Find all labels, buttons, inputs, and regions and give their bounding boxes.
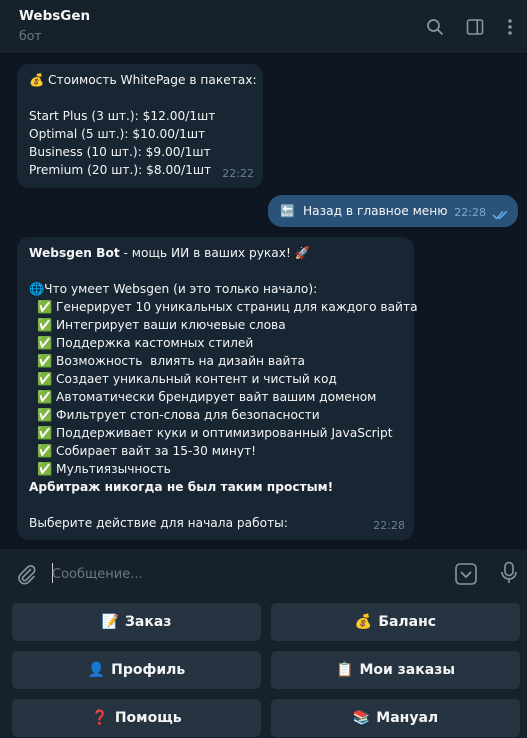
books-icon: 📚 [352,710,371,726]
manual-button-label: Мануал [376,710,439,726]
pricing-line: Start Plus (3 шт.): $12.00/1шт [29,109,216,123]
profile-button[interactable]: 👤 Профиль [12,651,261,689]
my-orders-button-label: Мои заказы [359,662,455,678]
pricing-text: 💰 Стоимость WhitePage в пакетах: Start Pl… [29,71,257,179]
pricing-line [29,89,257,107]
pricing-line: 💰 Стоимость WhitePage в пакетах: [29,73,257,87]
message-pricing[interactable]: 💰 Стоимость WhitePage в пакетах: Start Pl… [17,64,263,188]
feature-item: ✅ Мультиязычность [37,462,171,476]
feature-item: ✅ Создает уникальный контент и чистый ко… [37,372,337,386]
feature-item: ✅ Фильтрует стоп-слова для безопасности [37,408,320,422]
help-button-label: Помощь [114,710,182,726]
double-check-icon [492,207,509,225]
profile-button-label: Профиль [111,662,186,678]
chat-title: WebsGen [19,8,91,24]
feature-item: ✅ Поддержка кастомных стилей [37,336,254,350]
feature-item: ✅ Интегрирует ваши ключевые слова [37,318,286,332]
message-time: 22:22 [222,167,254,180]
balance-button-label: Баланс [378,614,437,630]
feature-list: ✅ Генерирует 10 уникальных страниц для к… [29,298,418,478]
message-time: 22:28 [454,206,486,219]
welcome-slogan: Арбитраж никогда не был таким простым! [29,480,334,494]
user-icon: 👤 [87,662,106,678]
message-back-to-menu[interactable]: 🔙 Назад в главное меню 22:28 [268,195,518,227]
question-mark-icon: ❓ [91,710,109,726]
back-emoji: 🔙 [280,204,295,218]
order-button[interactable]: 📝 Заказ [12,603,261,641]
my-orders-button[interactable]: 📋 Мои заказы [271,651,520,689]
paperclip-icon[interactable] [15,563,37,589]
keyboard-toggle-icon[interactable] [454,562,478,590]
microphone-icon[interactable] [499,561,519,589]
order-button-label: Заказ [124,614,172,630]
feature-item: ✅ Возможность влиять на дизайн вайта [37,354,306,368]
help-button[interactable]: ❓ Помощь [12,699,261,737]
chat-header[interactable]: WebsGen бот [0,0,527,54]
feature-item: ✅ Поддерживает куки и оптимизированный J… [37,426,393,440]
bot-name: Websgen Bot [29,246,120,260]
chat-subtitle: бот [19,28,42,43]
bot-tagline: - мощь ИИ в ваших руках! 🚀 [119,246,310,260]
message-welcome[interactable]: Websgen Bot - мощь ИИ в ваших руках! 🚀 🌐… [17,237,418,540]
clipboard-icon: 📋 [336,662,354,678]
pricing-line: Business (10 шт.): $9.00/1шт [29,145,211,159]
back-text: Назад в главное меню [303,204,448,218]
balance-button[interactable]: 💰 Баланс [271,603,520,641]
feature-item: ✅ Автоматически брендирует вайт вашим до… [37,390,377,404]
money-bag-icon: 💰 [354,614,373,630]
features-heading: 🌐Что умеет Websgen (и это только начало)… [29,282,318,296]
pricing-line: Optimal (5 шт.): $10.00/1шт [29,127,206,141]
feature-item: ✅ Генерирует 10 уникальных страниц для к… [37,300,418,314]
message-composer[interactable] [0,549,527,599]
action-prompt: Выберите действие для начала работы: [29,516,288,530]
feature-item: ✅ Собирает вайт за 15-30 минут! [37,444,257,458]
bot-reply-keyboard: 📝 Заказ 💰 Баланс 👤 Профиль 📋 Мои заказы … [0,599,527,738]
more-vertical-icon[interactable] [497,14,523,40]
message-list[interactable]: 💰 Стоимость WhitePage в пакетах: Start Pl… [0,55,527,549]
message-input[interactable] [52,564,442,584]
welcome-intro: Websgen Bot - мощь ИИ в ваших руках! 🚀 [29,244,418,262]
message-time: 22:28 [373,519,405,532]
search-icon[interactable] [422,14,448,40]
sidebar-toggle-icon[interactable] [462,14,488,40]
manual-button[interactable]: 📚 Мануал [271,699,520,737]
memo-icon: 📝 [101,614,119,630]
